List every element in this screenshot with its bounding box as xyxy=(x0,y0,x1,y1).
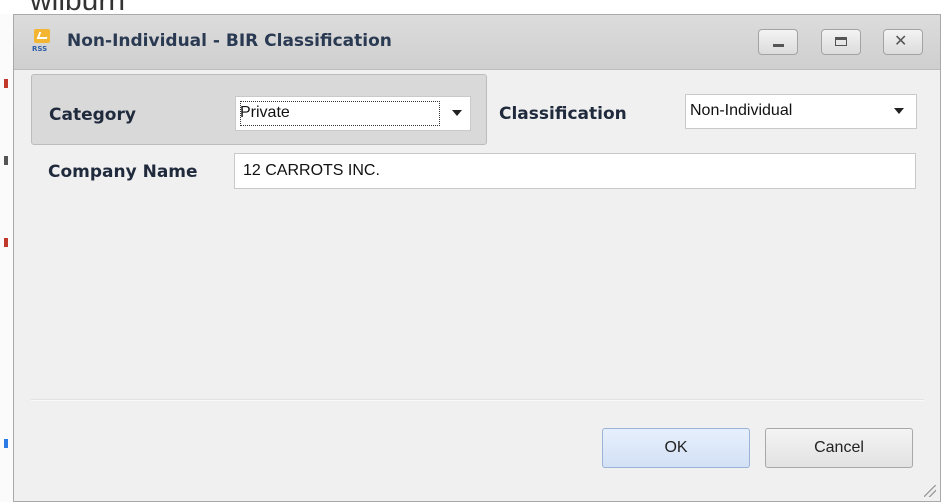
category-value: Private xyxy=(240,104,290,121)
category-label: Category xyxy=(49,105,136,125)
app-logo-icon: RSS xyxy=(32,29,52,55)
company-name-value: 12 CARROTS INC. xyxy=(243,162,380,179)
company-name-label: Company Name xyxy=(48,162,198,182)
edge-mark xyxy=(4,439,8,448)
ok-button[interactable]: OK xyxy=(602,428,750,468)
classification-dropdown[interactable]: Non-Individual xyxy=(685,94,917,129)
dialog-window: RSS Non-Individual - BIR Classification … xyxy=(13,14,941,502)
classification-value: Non-Individual xyxy=(690,102,793,119)
title-bar[interactable]: RSS Non-Individual - BIR Classification … xyxy=(14,15,940,70)
background-app-edge xyxy=(0,14,14,502)
category-dropdown[interactable]: Private xyxy=(235,96,471,131)
app-logo-text: RSS xyxy=(32,45,48,53)
divider xyxy=(31,399,924,401)
edge-mark xyxy=(4,79,8,88)
chevron-down-icon[interactable] xyxy=(894,108,904,114)
maximize-icon xyxy=(835,37,847,46)
background-app-header: wilburn xyxy=(0,0,941,17)
chevron-down-icon[interactable] xyxy=(452,110,462,116)
close-button[interactable]: ✕ xyxy=(883,29,923,55)
screen: wilburn RSS Non-Individual - BIR Classif… xyxy=(0,0,941,502)
category-panel: Category Private xyxy=(31,74,487,145)
company-name-field[interactable]: 12 CARROTS INC. xyxy=(234,153,916,189)
maximize-button[interactable] xyxy=(821,29,861,55)
edge-mark xyxy=(4,238,8,247)
cancel-button[interactable]: Cancel xyxy=(765,428,913,468)
minimize-icon xyxy=(773,44,784,47)
resize-grip-icon[interactable] xyxy=(924,485,936,497)
window-title: Non-Individual - BIR Classification xyxy=(67,31,392,51)
classification-label: Classification xyxy=(499,104,627,124)
edge-mark xyxy=(4,156,8,165)
close-icon: ✕ xyxy=(894,31,908,50)
minimize-button[interactable] xyxy=(758,29,798,55)
